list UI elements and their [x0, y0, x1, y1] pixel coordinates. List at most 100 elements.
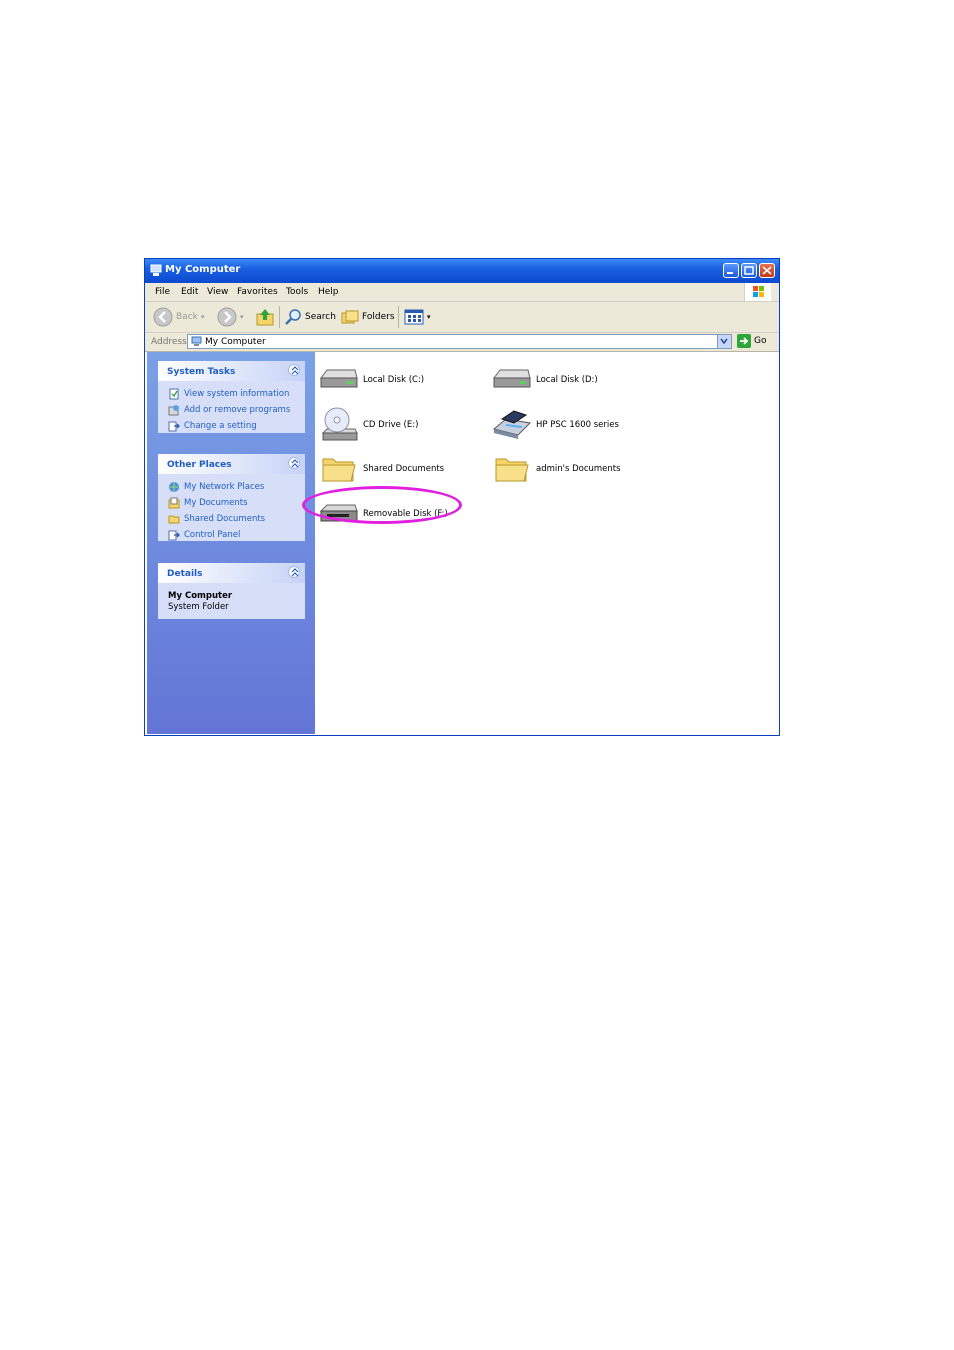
folders-icon [341, 310, 359, 324]
item-cd-drive-e[interactable]: CD Drive (E:) [319, 405, 418, 445]
toolbar-separator [398, 306, 399, 328]
minimize-icon [727, 272, 733, 274]
collapse-button[interactable] [288, 457, 300, 469]
file-view: Local Disk (C:) Local Disk (D:) CD Drive… [315, 352, 779, 735]
address-value: My Computer [205, 337, 266, 347]
menu-favorites[interactable]: Favorites [237, 287, 278, 297]
item-shared-documents[interactable]: Shared Documents [319, 449, 444, 489]
address-dropdown-button[interactable] [717, 335, 731, 348]
search-label: Search [305, 312, 336, 322]
details-type: System Folder [168, 602, 229, 612]
back-dropdown-icon: ▾ [200, 313, 205, 321]
place-link-label: My Documents [184, 498, 248, 508]
item-label: admin's Documents [536, 464, 621, 474]
maximize-icon [744, 266, 754, 275]
address-label: Address [151, 337, 187, 347]
toolbar-separator [279, 306, 280, 328]
collapse-button[interactable] [288, 364, 300, 376]
folder-icon [168, 515, 180, 524]
go-label: Go [754, 336, 767, 346]
title-bar[interactable]: My Computer [145, 259, 779, 283]
hard-drive-icon [320, 369, 358, 388]
views-icon [404, 309, 424, 325]
place-link-label: Shared Documents [184, 514, 266, 524]
cd-drive-icon [321, 407, 358, 441]
place-link-my-documents[interactable]: My Documents [168, 497, 248, 509]
menu-tools[interactable]: Tools [286, 287, 308, 297]
details-header[interactable]: Details [158, 563, 305, 583]
collapse-button[interactable] [288, 566, 300, 578]
task-link-view-system-information[interactable]: View system information [168, 388, 289, 400]
add-remove-programs-icon [168, 405, 179, 416]
task-pane: System Tasks View system information Add… [147, 352, 315, 734]
up-folder-button[interactable] [255, 307, 275, 327]
maximize-button[interactable] [741, 263, 757, 278]
forward-arrow-icon [217, 307, 237, 327]
views-button[interactable]: ▾ [404, 307, 431, 327]
menu-edit[interactable]: Edit [181, 287, 198, 297]
folders-button[interactable]: Folders [341, 307, 395, 327]
task-link-label: Change a setting [184, 421, 257, 431]
item-label: Local Disk (C:) [363, 375, 425, 385]
item-local-disk-d[interactable]: Local Disk (D:) [492, 360, 598, 400]
folders-label: Folders [362, 312, 395, 322]
menu-help[interactable]: Help [318, 287, 339, 297]
item-label: HP PSC 1600 series [536, 420, 619, 430]
chevron-up-icon [291, 366, 299, 375]
computer-icon [150, 264, 162, 276]
minimize-button[interactable] [723, 263, 739, 278]
search-icon [285, 309, 301, 325]
computer-icon [191, 336, 202, 346]
search-button[interactable]: Search [284, 307, 336, 327]
go-button[interactable]: Go [737, 334, 766, 348]
address-input[interactable]: My Computer [187, 334, 732, 349]
item-label: Shared Documents [363, 464, 445, 474]
control-panel-icon [168, 421, 180, 432]
place-link-my-network-places[interactable]: My Network Places [168, 481, 264, 493]
place-link-control-panel[interactable]: Control Panel [168, 529, 240, 541]
go-arrow-icon [737, 334, 751, 348]
place-link-shared-documents[interactable]: Shared Documents [168, 513, 265, 525]
back-button[interactable]: Back ▾ [153, 307, 204, 327]
views-dropdown-icon: ▾ [427, 313, 431, 321]
place-link-label: My Network Places [184, 482, 265, 492]
other-places-title: Other Places [167, 460, 232, 470]
forward-dropdown-icon: ▾ [240, 313, 244, 321]
details-panel: Details My Computer System Folder [158, 563, 305, 619]
back-arrow-icon [153, 307, 173, 327]
up-folder-icon [256, 309, 274, 326]
hard-drive-icon [493, 369, 531, 388]
forward-button[interactable]: ▾ [217, 307, 244, 327]
chevron-up-icon [291, 459, 299, 468]
toolbar: Back ▾ ▾ Search Folders ▾ [145, 302, 779, 333]
system-tasks-panel: System Tasks View system information Add… [158, 361, 305, 433]
item-local-disk-c[interactable]: Local Disk (C:) [319, 360, 424, 400]
system-tasks-header[interactable]: System Tasks [158, 361, 305, 381]
item-label: CD Drive (E:) [363, 420, 419, 430]
details-name: My Computer [168, 591, 233, 601]
windows-logo-icon [744, 283, 771, 301]
other-places-header[interactable]: Other Places [158, 454, 305, 474]
other-places-panel: Other Places My Network Places My Docume… [158, 454, 305, 541]
item-hp-psc-1600[interactable]: HP PSC 1600 series [492, 405, 619, 445]
menu-view[interactable]: View [207, 287, 228, 297]
folder-icon [322, 458, 356, 482]
system-info-icon [169, 388, 179, 400]
folder-icon [495, 458, 529, 482]
close-icon [762, 266, 772, 275]
item-admins-documents[interactable]: admin's Documents [492, 449, 621, 489]
place-link-label: Control Panel [184, 530, 241, 540]
menu-bar: File Edit View Favorites Tools Help [145, 283, 779, 302]
window-title: My Computer [165, 264, 241, 275]
chevron-down-icon [720, 338, 728, 345]
highlight-circle [302, 486, 462, 524]
task-link-label: Add or remove programs [184, 405, 291, 415]
task-link-label: View system information [184, 389, 290, 399]
task-link-add-remove-programs[interactable]: Add or remove programs [168, 404, 290, 416]
task-link-change-setting[interactable]: Change a setting [168, 420, 257, 432]
close-button[interactable] [759, 263, 775, 278]
my-documents-icon [168, 497, 180, 509]
my-computer-window: My Computer File Edit View Favorites Too… [144, 258, 780, 736]
details-title: Details [167, 569, 203, 579]
menu-file[interactable]: File [155, 287, 170, 297]
